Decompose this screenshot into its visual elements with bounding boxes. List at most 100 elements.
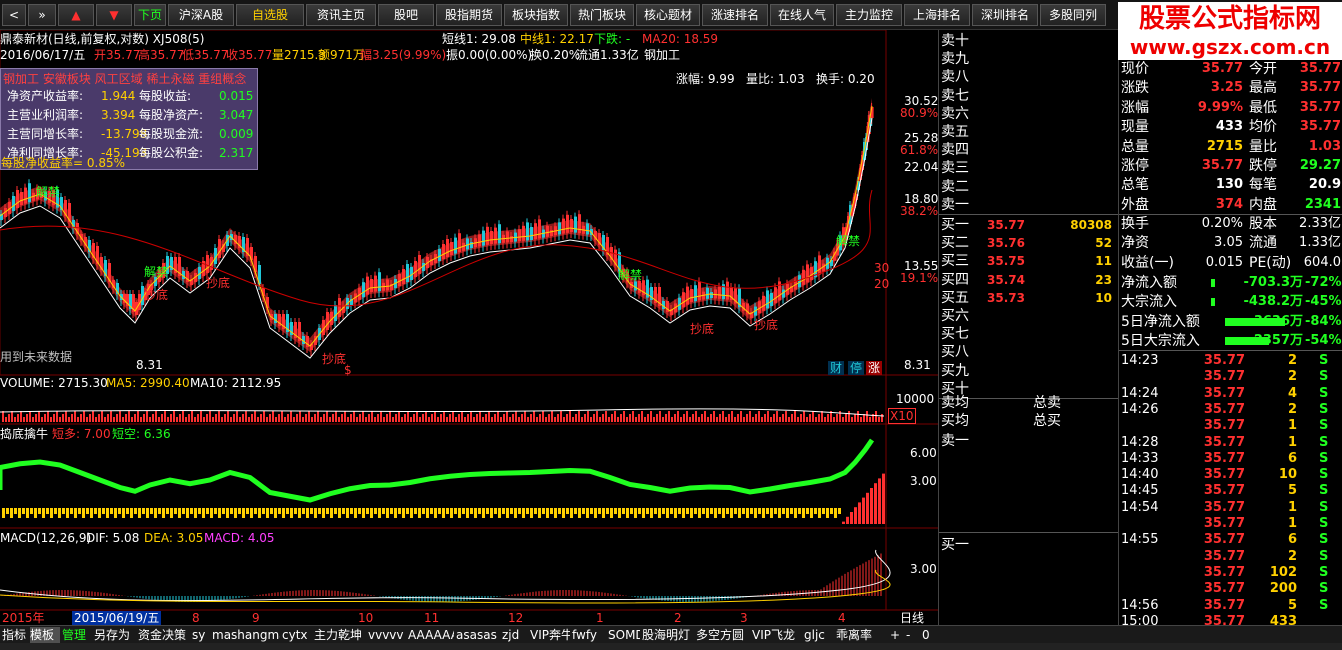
candle-body: [466, 238, 469, 250]
volume-bar: [548, 414, 550, 422]
indicator-tab[interactable]: SOMD: [608, 627, 640, 643]
volume-bar: [95, 417, 97, 422]
tick-volume: 1: [1287, 516, 1297, 531]
tick-time: 14:55: [1121, 532, 1159, 548]
ind2-bar: [206, 508, 209, 514]
tick-price: 35.77: [1203, 353, 1245, 368]
indicator-tab[interactable]: 主力乾坤: [314, 627, 366, 643]
indicator-tab[interactable]: VIP飞龙: [752, 627, 802, 643]
period-label[interactable]: 日线: [900, 611, 924, 625]
indicator-tab[interactable]: 管理: [62, 627, 92, 643]
indicator-tab[interactable]: fwfy: [572, 627, 606, 643]
toolbar-button-5[interactable]: 沪深A股: [168, 4, 234, 26]
candle-body: [366, 276, 369, 295]
indicator-tab[interactable]: vvvvv: [368, 627, 406, 643]
indicator-tab[interactable]: 0: [922, 627, 936, 643]
volume-bar: [815, 417, 817, 422]
kline-chart-area[interactable]: 鼎泰新材(日线,前复权,对数) XJ508(5) 短线1: 29.08 中线1:…: [0, 29, 938, 625]
volume-label: VOLUME: 2715.30: [0, 376, 108, 390]
volume-bar: [827, 414, 829, 422]
toolbar-button-13[interactable]: 涨速排名: [702, 4, 768, 26]
ind2-bar: [618, 508, 621, 518]
toolbar-button-10[interactable]: 板块指数: [504, 4, 568, 26]
volume-bar: [713, 411, 715, 422]
fundamental-cell: 1.944: [101, 89, 136, 103]
tick-volume: 102: [1269, 564, 1297, 580]
toolbar-button-16[interactable]: 上海排名: [904, 4, 970, 26]
ind2-bar: [574, 508, 577, 514]
bar-amount: 额971万: [318, 48, 365, 62]
volume-bar: [206, 414, 208, 422]
indicator-tab[interactable]: mashangmai: [212, 627, 280, 643]
ind2-bar: [506, 508, 509, 518]
toolbar-button-14[interactable]: 在线人气: [770, 4, 834, 26]
quote-label: 内盘: [1249, 196, 1277, 213]
order-book: 卖十 卖九 卖八 卖七 卖六 卖五 卖四 卖三 卖二 卖一 买一 35.77 80308 买二 35.76 5…: [938, 30, 1119, 625]
toolbar-button-18[interactable]: 多股同列: [1040, 4, 1106, 26]
bar-industry: 钢加工: [644, 48, 681, 62]
toolbar-button-0[interactable]: <: [2, 4, 26, 26]
toolbar-button-3[interactable]: ▼: [96, 4, 132, 26]
indicator-tab[interactable]: 指标: [2, 627, 29, 643]
ind2-bar: [326, 508, 329, 514]
indicator-tab[interactable]: -: [906, 627, 920, 643]
indicator-tab[interactable]: 多空方圆: [696, 627, 750, 643]
ind2-bar: [702, 508, 705, 514]
tick-volume: 2: [1287, 548, 1297, 564]
indicator-tab[interactable]: 模板: [30, 627, 60, 643]
cai-button[interactable]: 财: [828, 361, 845, 375]
ind2-bar: [782, 508, 785, 514]
toolbar-button-12[interactable]: 核心题材: [636, 4, 700, 26]
volume-bar: [113, 417, 115, 422]
toolbar-button-8[interactable]: 股吧: [378, 4, 434, 26]
volume-bar: [203, 417, 205, 422]
ind2-bar: [778, 508, 781, 518]
toolbar-button-15[interactable]: 主力监控: [836, 4, 902, 26]
volume-bar: [692, 414, 694, 422]
candle-body: [810, 267, 813, 280]
toolbar-button-11[interactable]: 热门板块: [570, 4, 634, 26]
tick-side: S: [1319, 418, 1329, 434]
indicator-tab[interactable]: +: [890, 627, 904, 643]
indicator-tab[interactable]: cytx: [282, 627, 312, 643]
indicator-tab[interactable]: 资金决策: [138, 627, 190, 643]
candle-body: [454, 237, 457, 254]
ind2-bar: [570, 508, 573, 518]
toolbar-button-7[interactable]: 资讯主页: [306, 4, 376, 26]
candle-body: [802, 269, 805, 285]
volume-bar: [737, 414, 739, 422]
volume-bar: [833, 417, 835, 422]
volume-bar: [584, 414, 586, 422]
volume-bar: [155, 411, 157, 422]
indicator-tab[interactable]: VIP奔牛: [530, 627, 570, 643]
quote-value: 35.77: [1299, 119, 1341, 135]
indicator-tab[interactable]: sy: [192, 627, 210, 643]
indicator-tab[interactable]: 乖离率: [836, 627, 886, 643]
toolbar-button-2[interactable]: ▲: [58, 4, 94, 26]
toolbar-button-9[interactable]: 股指期货: [436, 4, 502, 26]
indicator-tab[interactable]: 股海明灯: [642, 627, 694, 643]
indicator-tab[interactable]: zjd: [502, 627, 528, 643]
ting-button[interactable]: 停: [848, 361, 865, 375]
indicator-tab[interactable]: AAAAAAA: [408, 627, 454, 643]
month-label: 8: [192, 611, 200, 625]
buy-price: 35.76: [987, 236, 1025, 251]
toolbar-button-1[interactable]: »: [28, 4, 56, 26]
volume-bar: [542, 411, 544, 422]
flow-label: 5日净流入额: [1121, 313, 1200, 330]
toolbar-button-17[interactable]: 深圳排名: [972, 4, 1038, 26]
indicator-tab[interactable]: asasas: [456, 627, 500, 643]
divider: [939, 214, 1119, 215]
toolbar-button-6[interactable]: 自选股: [236, 4, 304, 26]
bar-date: 2016/06/17/五: [0, 48, 86, 62]
volume-bar: [545, 417, 547, 422]
chart-title: 鼎泰新材(日线,前复权,对数) XJ508(5): [0, 32, 205, 46]
ind2-bar: [234, 508, 237, 518]
x10-button[interactable]: X10: [888, 408, 916, 424]
indicator-tab[interactable]: 另存为: [94, 627, 136, 643]
ind2-bar: [294, 508, 297, 514]
indicator-tab[interactable]: gljc: [804, 627, 834, 643]
toolbar-button-4[interactable]: 下页: [134, 4, 166, 26]
zhang-button[interactable]: 涨: [866, 361, 883, 375]
volume-bar: [272, 411, 274, 422]
